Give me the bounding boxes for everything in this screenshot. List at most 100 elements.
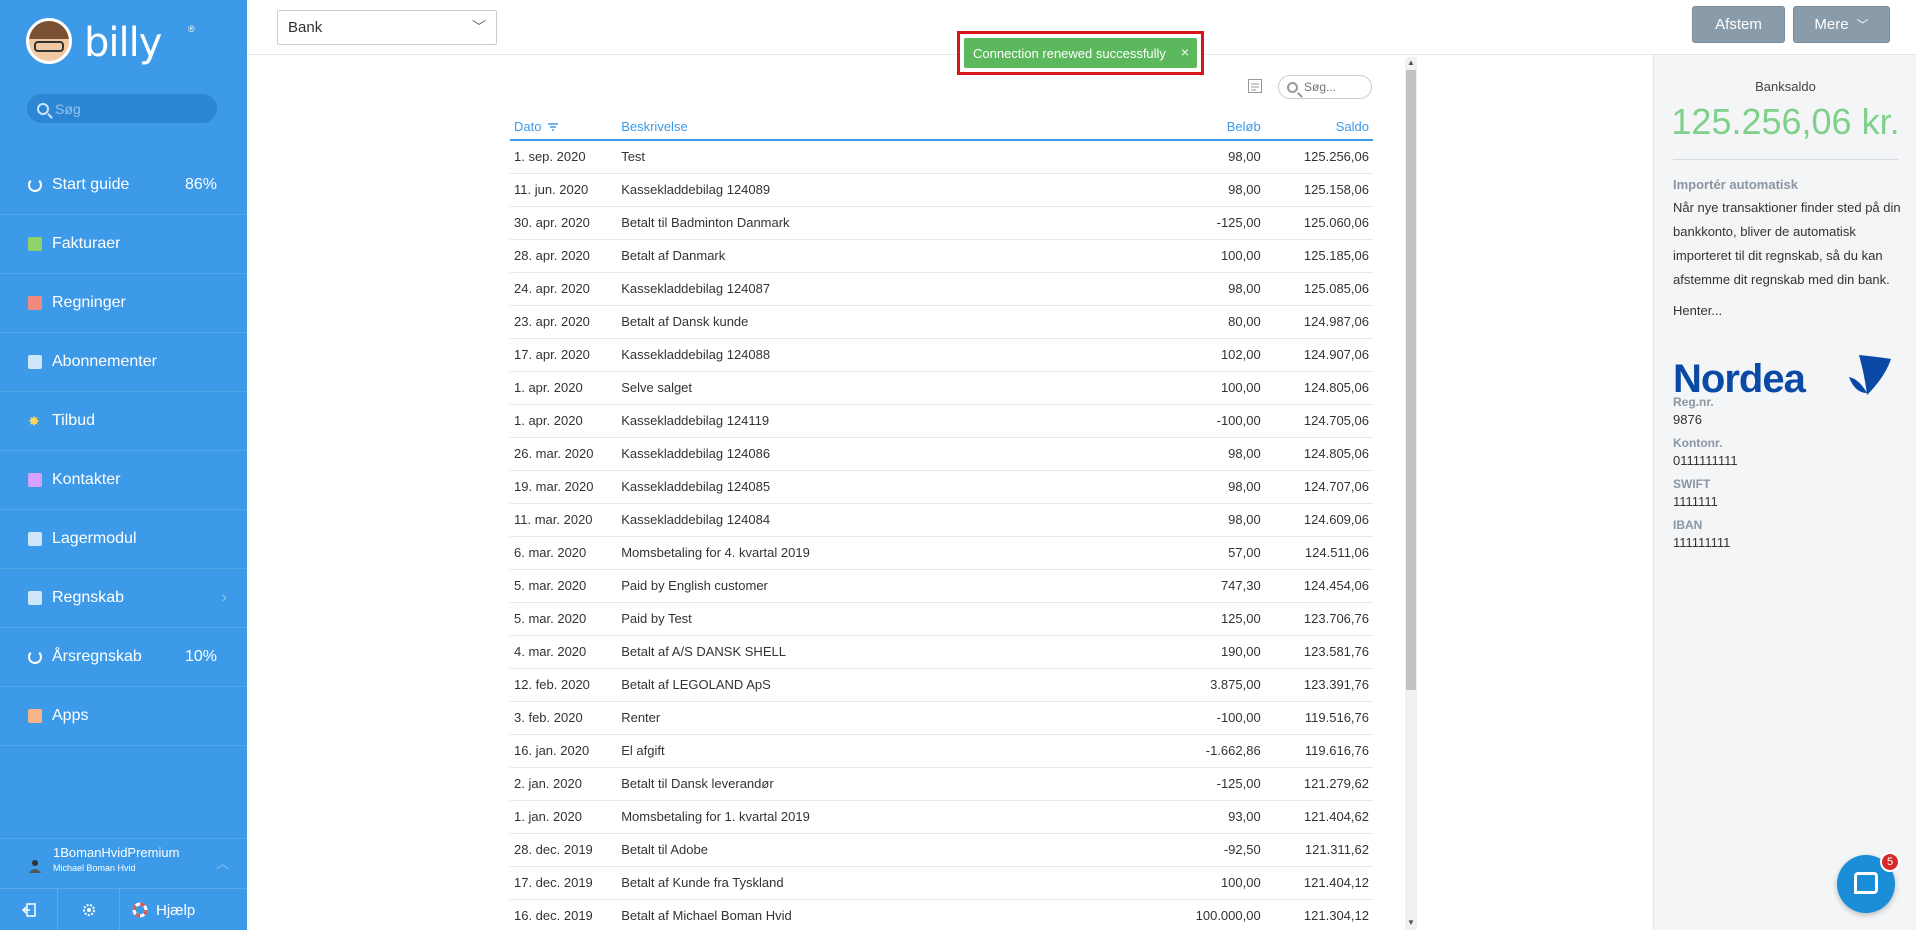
bank-field-label: Reg.nr.: [1673, 395, 1714, 409]
sidebar-search[interactable]: [27, 94, 217, 123]
export-icon[interactable]: [1248, 79, 1262, 93]
col-header-description[interactable]: Beskrivelse: [617, 113, 1106, 141]
table-row[interactable]: 23. apr. 2020 Betalt af Dansk kunde 80,00 1…: [510, 305, 1373, 339]
cell-amount: -100,00: [1105, 701, 1265, 735]
scroll-up-arrow-icon[interactable]: ▲: [1407, 58, 1415, 67]
progress-ring-icon: [28, 650, 42, 664]
cell-amount: 102,00: [1105, 338, 1265, 372]
cell-description: Betalt til Badminton Danmark: [617, 206, 1106, 240]
table-row[interactable]: 3. feb. 2020 Renter -100,00 119.516,76: [510, 701, 1373, 735]
scroll-down-arrow-icon[interactable]: ▼: [1407, 918, 1415, 927]
cell-date: 16. dec. 2019: [510, 899, 618, 930]
settings-button[interactable]: [58, 889, 120, 930]
table-row[interactable]: 4. mar. 2020 Betalt af A/S DANSK SHELL 190…: [510, 635, 1373, 669]
col-header-amount[interactable]: Beløb: [1105, 113, 1265, 141]
col-header-balance[interactable]: Saldo: [1264, 113, 1373, 141]
table-row[interactable]: 11. jun. 2020 Kassekladdebilag 124089 98,0…: [510, 173, 1373, 207]
transactions-body: 1. sep. 2020 Test 98,00 125.256,06 11. jun. …: [510, 140, 1373, 930]
cell-balance: 124.805,06: [1264, 437, 1373, 471]
cell-balance: 121.304,12: [1264, 899, 1373, 930]
table-row[interactable]: 2. jan. 2020 Betalt til Dansk leverandør -…: [510, 767, 1373, 801]
divider: [1673, 159, 1898, 160]
cell-amount: 57,00: [1105, 536, 1265, 570]
sidebar-item-start-guide[interactable]: Start guide 86%: [0, 156, 247, 215]
sidebar-item-label: Tilbud: [52, 412, 95, 429]
table-row[interactable]: 11. mar. 2020 Kassekladdebilag 124084 98,0…: [510, 503, 1373, 537]
table-row[interactable]: 5. mar. 2020 Paid by Test 125,00 123.706,76: [510, 602, 1373, 636]
sidebar-item-kontakter[interactable]: Kontakter: [0, 451, 247, 510]
sidebar-item-label: Fakturaer: [52, 235, 121, 252]
table-row[interactable]: 1. apr. 2020 Kassekladdebilag 124119 -100,…: [510, 404, 1373, 438]
afstem-button[interactable]: Afstem: [1692, 6, 1785, 43]
cell-balance: 121.404,62: [1264, 800, 1373, 834]
table-row[interactable]: 28. dec. 2019 Betalt til Adobe -92,50 121.3…: [510, 833, 1373, 867]
cell-date: 1. apr. 2020: [510, 371, 618, 405]
table-row[interactable]: 1. sep. 2020 Test 98,00 125.256,06: [510, 140, 1373, 174]
table-search[interactable]: [1278, 75, 1372, 99]
table-row[interactable]: 19. mar. 2020 Kassekladdebilag 124085 98,0…: [510, 470, 1373, 504]
cell-description: Renter: [617, 701, 1106, 735]
bank-field-value: 9876: [1673, 412, 1702, 427]
cell-description: Kassekladdebilag 124088: [617, 338, 1106, 372]
user-switcher[interactable]: 1BomanHvidPremium Michael Boman Hvid ︿: [0, 838, 247, 888]
table-row[interactable]: 24. apr. 2020 Kassekladdebilag 124087 98,0…: [510, 272, 1373, 306]
cell-description: Betalt af LEGOLAND ApS: [617, 668, 1106, 702]
cell-amount: 93,00: [1105, 800, 1265, 834]
cell-balance: 124.805,06: [1264, 371, 1373, 405]
subscription-icon: [28, 355, 42, 369]
help-button[interactable]: Hjælp: [120, 889, 247, 930]
logout-button[interactable]: [0, 889, 58, 930]
table-row[interactable]: 17. dec. 2019 Betalt af Kunde fra Tysklan…: [510, 866, 1373, 900]
sidebar-item-label: Regnskab: [52, 589, 125, 606]
table-row[interactable]: 5. mar. 2020 Paid by English customer 747,…: [510, 569, 1373, 603]
cell-balance: 125.085,06: [1264, 272, 1373, 306]
balance-title: Banksaldo: [1755, 79, 1816, 94]
cell-balance: 124.707,06: [1264, 470, 1373, 504]
sidebar-item-lagermodul[interactable]: Lagermodul: [0, 510, 247, 569]
sidebar-item-årsregnskab[interactable]: Årsregnskab 10%: [0, 628, 247, 687]
cell-description: Betalt af A/S DANSK SHELL: [617, 635, 1106, 669]
cell-date: 1. jan. 2020: [510, 800, 618, 834]
cell-description: Momsbetaling for 4. kvartal 2019: [617, 536, 1106, 570]
sort-icon: [548, 123, 559, 131]
mere-button[interactable]: Mere ﹀: [1793, 6, 1890, 43]
table-row[interactable]: 30. apr. 2020 Betalt til Badminton Danmar…: [510, 206, 1373, 240]
sidebar: billy ® Start guide 86% Fakturaer Regninger…: [0, 0, 247, 930]
sidebar-item-regninger[interactable]: Regninger: [0, 274, 247, 333]
cell-description: Betalt af Michael Boman Hvid: [617, 899, 1106, 930]
col-header-date[interactable]: Dato: [510, 113, 618, 141]
mere-label: Mere: [1814, 16, 1849, 33]
table-row[interactable]: 1. jan. 2020 Momsbetaling for 1. kvartal …: [510, 800, 1373, 834]
cell-amount: 98,00: [1105, 437, 1265, 471]
cell-description: Betalt til Adobe: [617, 833, 1106, 867]
table-row[interactable]: 26. mar. 2020 Kassekladdebilag 124086 98,0…: [510, 437, 1373, 471]
bank-account-select[interactable]: Bank ﹀: [277, 10, 497, 45]
cell-balance: 121.404,12: [1264, 866, 1373, 900]
cell-description: Betalt af Dansk kunde: [617, 305, 1106, 339]
table-row[interactable]: 16. dec. 2019 Betalt af Michael Boman Hvi…: [510, 899, 1373, 930]
sidebar-item-apps[interactable]: Apps: [0, 687, 247, 746]
sidebar-nav: Start guide 86% Fakturaer Regninger Abonneme…: [0, 156, 247, 746]
cell-description: Paid by Test: [617, 602, 1106, 636]
cell-amount: 98,00: [1105, 173, 1265, 207]
sidebar-item-regnskab[interactable]: Regnskab ›: [0, 569, 247, 628]
cell-amount: 100.000,00: [1105, 899, 1265, 930]
sidebar-search-input[interactable]: [55, 100, 195, 117]
table-row[interactable]: 28. apr. 2020 Betalt af Danmark 100,00 125.…: [510, 239, 1373, 273]
table-search-input[interactable]: [1304, 80, 1364, 94]
table-row[interactable]: 16. jan. 2020 El afgift -1.662,86 119.616,7…: [510, 734, 1373, 768]
sidebar-item-tilbud[interactable]: ✸ Tilbud: [0, 392, 247, 451]
sidebar-item-fakturaer[interactable]: Fakturaer: [0, 215, 247, 274]
sidebar-item-abonnementer[interactable]: Abonnementer: [0, 333, 247, 392]
table-scrollbar-thumb[interactable]: [1406, 70, 1416, 690]
cell-date: 2. jan. 2020: [510, 767, 618, 801]
cell-description: Kassekladdebilag 124119: [617, 404, 1106, 438]
cell-amount: -125,00: [1105, 206, 1265, 240]
table-row[interactable]: 1. apr. 2020 Selve salget 100,00 124.805,06: [510, 371, 1373, 405]
table-row[interactable]: 12. feb. 2020 Betalt af LEGOLAND ApS 3.875…: [510, 668, 1373, 702]
loading-text: Henter...: [1673, 303, 1723, 318]
sidebar-item-label: Kontakter: [52, 471, 121, 488]
table-row[interactable]: 6. mar. 2020 Momsbetaling for 4. kvartal …: [510, 536, 1373, 570]
table-row[interactable]: 17. apr. 2020 Kassekladdebilag 124088 102,…: [510, 338, 1373, 372]
billy-logo[interactable]: billy ®: [26, 18, 226, 70]
